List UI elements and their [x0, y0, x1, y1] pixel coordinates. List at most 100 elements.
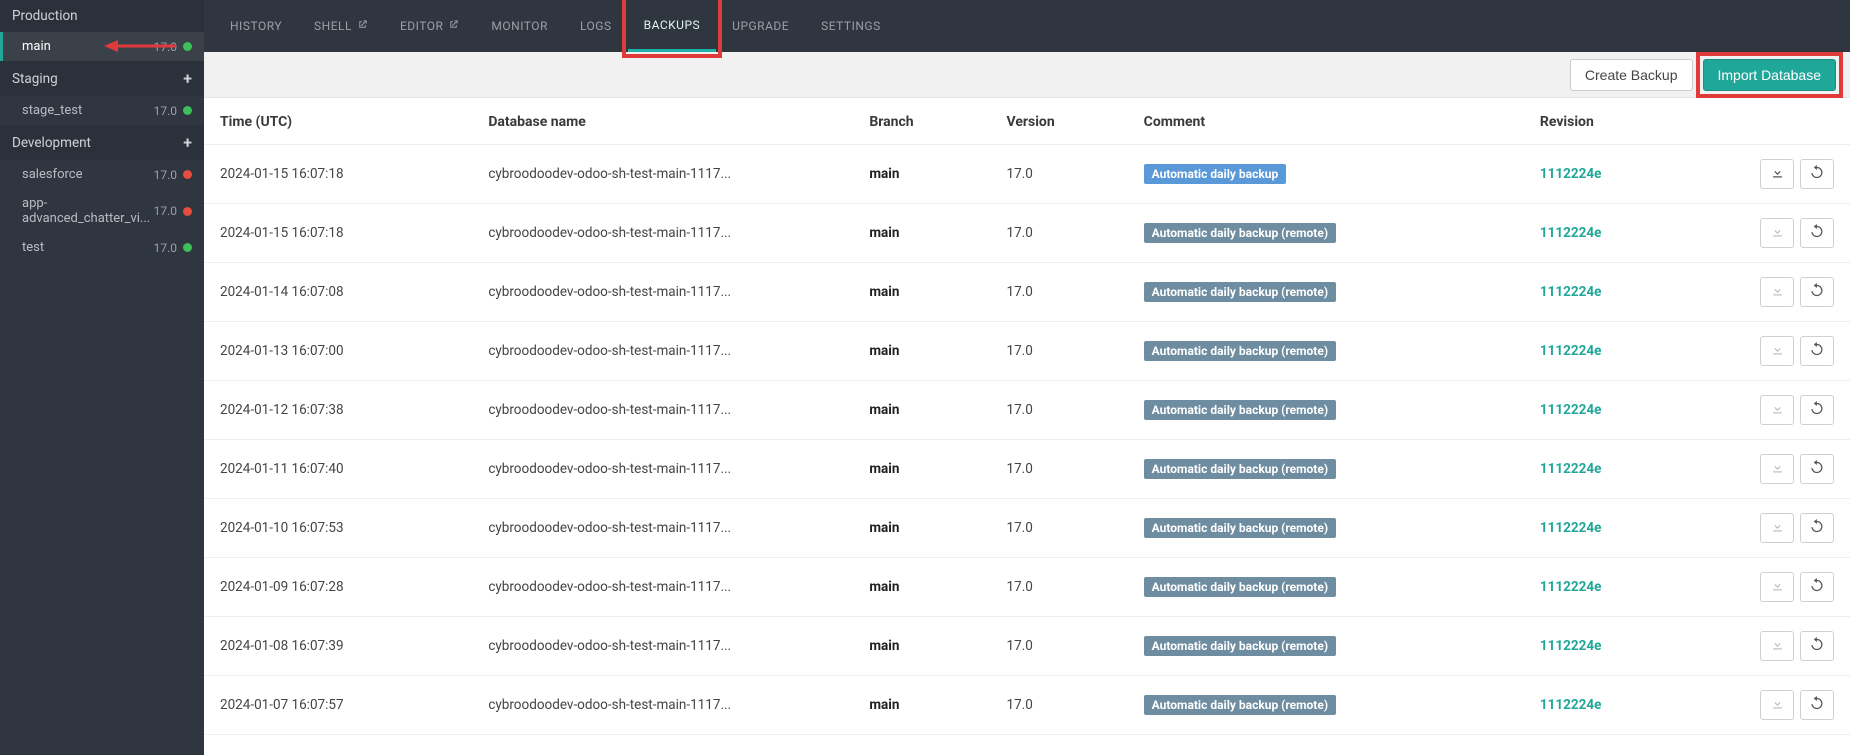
cell-branch: main: [859, 381, 996, 440]
tab-wrap: LOGS: [564, 0, 628, 52]
status-dot-icon: [183, 106, 192, 115]
tab-label: LOGS: [580, 19, 612, 33]
restore-button[interactable]: [1800, 336, 1834, 366]
cell-comment: Automatic daily backup (remote): [1134, 263, 1530, 322]
table-body: 2024-01-15 16:07:18cybroodoodev-odoo-sh-…: [204, 145, 1850, 735]
revision-link[interactable]: 1112224e: [1540, 461, 1602, 477]
cell-database: cybroodoodev-odoo-sh-test-main-1117...: [478, 145, 859, 204]
create-backup-button[interactable]: Create Backup: [1570, 59, 1693, 91]
sidebar-item-label: test: [22, 240, 44, 255]
restore-button[interactable]: [1800, 631, 1834, 661]
tab-upgrade[interactable]: UPGRADE: [716, 0, 805, 52]
add-branch-button[interactable]: +: [183, 69, 192, 88]
table-row: 2024-01-14 16:07:08cybroodoodev-odoo-sh-…: [204, 263, 1850, 322]
cell-version: 17.0: [997, 263, 1134, 322]
import-database-button[interactable]: Import Database: [1703, 59, 1837, 91]
restore-button[interactable]: [1800, 218, 1834, 248]
add-branch-button[interactable]: +: [183, 133, 192, 152]
sidebar-item-salesforce[interactable]: salesforce17.0: [0, 160, 204, 189]
branch-name: main: [869, 343, 899, 359]
sidebar-item-label: stage_test: [22, 103, 82, 118]
cell-comment: Automatic daily backup (remote): [1134, 204, 1530, 263]
revision-link[interactable]: 1112224e: [1540, 166, 1602, 182]
row-actions: [1708, 336, 1834, 366]
sidebar-section-header: Development+: [0, 125, 204, 160]
sidebar-item-main[interactable]: main17.0: [0, 32, 204, 61]
tab-wrap: MONITOR: [475, 0, 564, 52]
cell-time: 2024-01-14 16:07:08: [204, 263, 478, 322]
sidebar-item-stage-test[interactable]: stage_test17.0: [0, 96, 204, 125]
restore-button[interactable]: [1800, 454, 1834, 484]
restore-button[interactable]: [1800, 277, 1834, 307]
cell-actions: [1698, 322, 1850, 381]
restore-button[interactable]: [1800, 513, 1834, 543]
comment-badge: Automatic daily backup (remote): [1144, 577, 1336, 597]
download-icon: [1770, 637, 1785, 656]
cell-database: cybroodoodev-odoo-sh-test-main-1117...: [478, 381, 859, 440]
cell-revision: 1112224e: [1530, 322, 1698, 381]
restore-icon: [1810, 342, 1825, 361]
toolbar: Create Backup Import Database: [204, 52, 1850, 98]
revision-link[interactable]: 1112224e: [1540, 579, 1602, 595]
cell-revision: 1112224e: [1530, 617, 1698, 676]
download-button: [1760, 395, 1794, 425]
revision-link[interactable]: 1112224e: [1540, 225, 1602, 241]
download-button: [1760, 336, 1794, 366]
sidebar-item-meta: 17.0: [154, 204, 192, 218]
cell-revision: 1112224e: [1530, 381, 1698, 440]
revision-link[interactable]: 1112224e: [1540, 638, 1602, 654]
tab-logs[interactable]: LOGS: [564, 0, 628, 52]
download-button[interactable]: [1760, 159, 1794, 189]
sidebar-item-app-advanced-chatter-vi-[interactable]: app-advanced_chatter_vi...17.0: [0, 189, 204, 233]
cell-database: cybroodoodev-odoo-sh-test-main-1117...: [478, 440, 859, 499]
tab-label: SHELL: [314, 19, 352, 33]
sidebar-item-label: salesforce: [22, 167, 82, 182]
tab-label: BACKUPS: [644, 18, 701, 32]
sidebar-item-test[interactable]: test17.0: [0, 233, 204, 262]
revision-link[interactable]: 1112224e: [1540, 520, 1602, 536]
tab-backups[interactable]: BACKUPS: [628, 0, 717, 52]
tab-monitor[interactable]: MONITOR: [475, 0, 564, 52]
backups-table: Time (UTC) Database name Branch Version …: [204, 98, 1850, 735]
revision-link[interactable]: 1112224e: [1540, 343, 1602, 359]
cell-comment: Automatic daily backup (remote): [1134, 676, 1530, 735]
restore-button[interactable]: [1800, 690, 1834, 720]
tab-editor[interactable]: EDITOR: [384, 0, 475, 52]
tab-history[interactable]: HISTORY: [214, 0, 298, 52]
cell-actions: [1698, 499, 1850, 558]
tab-shell[interactable]: SHELL: [298, 0, 384, 52]
cell-revision: 1112224e: [1530, 263, 1698, 322]
download-icon: [1770, 401, 1785, 420]
cell-comment: Automatic daily backup (remote): [1134, 440, 1530, 499]
download-button: [1760, 631, 1794, 661]
tab-label: EDITOR: [400, 19, 443, 33]
sidebar-item-label: app-advanced_chatter_vi...: [22, 196, 154, 226]
revision-link[interactable]: 1112224e: [1540, 697, 1602, 713]
cell-revision: 1112224e: [1530, 145, 1698, 204]
cell-version: 17.0: [997, 145, 1134, 204]
tab-settings[interactable]: SETTINGS: [805, 0, 897, 52]
row-actions: [1708, 690, 1834, 720]
cell-branch: main: [859, 676, 996, 735]
cell-database: cybroodoodev-odoo-sh-test-main-1117...: [478, 617, 859, 676]
revision-link[interactable]: 1112224e: [1540, 402, 1602, 418]
tab-label: UPGRADE: [732, 19, 789, 33]
cell-version: 17.0: [997, 322, 1134, 381]
cell-time: 2024-01-08 16:07:39: [204, 617, 478, 676]
sidebar-item-version: 17.0: [154, 40, 177, 54]
revision-link[interactable]: 1112224e: [1540, 284, 1602, 300]
col-version-header: Version: [997, 98, 1134, 145]
restore-icon: [1810, 165, 1825, 184]
row-actions: [1708, 159, 1834, 189]
cell-revision: 1112224e: [1530, 499, 1698, 558]
col-time-header: Time (UTC): [204, 98, 478, 145]
cell-branch: main: [859, 263, 996, 322]
external-link-icon: [448, 19, 459, 33]
restore-button[interactable]: [1800, 395, 1834, 425]
restore-button[interactable]: [1800, 159, 1834, 189]
restore-button[interactable]: [1800, 572, 1834, 602]
cell-version: 17.0: [997, 381, 1134, 440]
cell-version: 17.0: [997, 499, 1134, 558]
status-dot-icon: [183, 243, 192, 252]
restore-icon: [1810, 224, 1825, 243]
